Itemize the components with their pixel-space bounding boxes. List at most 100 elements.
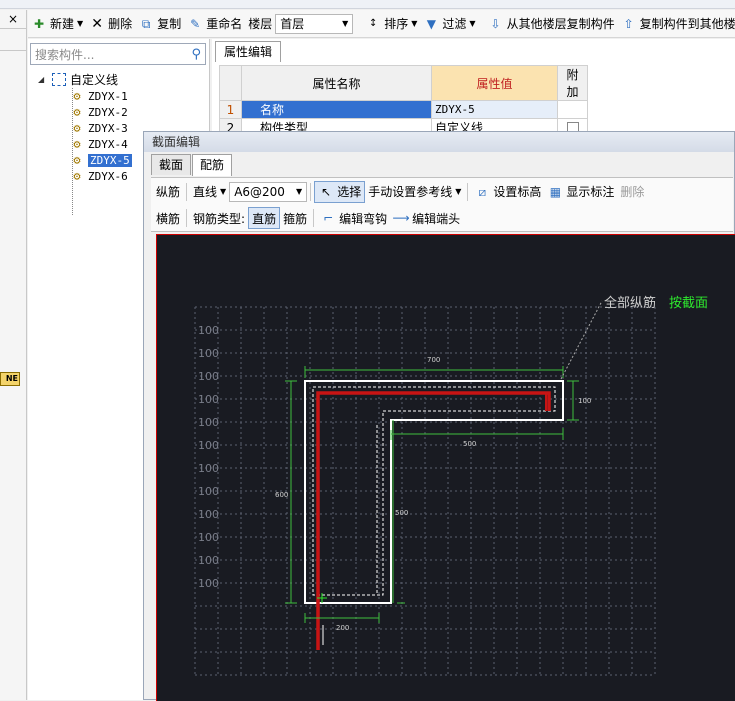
dropdown-arrow-icon: ▼ — [77, 19, 84, 28]
annotation-leader — [560, 300, 603, 380]
tree-item-label: ZDYX-6 — [88, 169, 128, 183]
show-dimension-label: 显示标注 — [566, 185, 615, 199]
dropdown-arrow-icon: ▼ — [342, 19, 349, 28]
dim-bottom: 200 — [336, 624, 349, 632]
grid-scale-label: 100 — [198, 324, 219, 337]
rebar-spec-select[interactable]: A6@200 ▼ — [229, 181, 308, 202]
floor-value: 首层 — [280, 17, 305, 31]
annotation-all-bars: 全部纵筋 — [604, 295, 656, 311]
floor-field: 楼层 首层 ▼ — [245, 13, 356, 35]
set-elevation-button[interactable]: ⧄ 设置标高 — [471, 181, 544, 203]
gear-icon: ⚙ — [73, 137, 81, 151]
collapse-triangle-icon[interactable]: ◢ — [38, 75, 48, 84]
gear-icon: ⚙ — [73, 121, 81, 135]
tab-property-edit[interactable]: 属性编辑 — [215, 41, 281, 62]
copy-from-floor-icon: ⇩ — [490, 16, 501, 31]
main-toolbar: ✚ 新建 ▼ ✕ 删除 ⧉ 复制 ✎ 重命名 楼层 首层 ▼ ↕ 排序 ▼ ▼ 过滤 ▼ ⇩ 从其他楼… — [28, 10, 735, 38]
copy-icon: ⧉ — [141, 16, 151, 31]
dropdown-arrow-icon: ▼ — [411, 19, 418, 28]
section-outline[interactable] — [304, 380, 564, 604]
hoop-bar-button[interactable]: 箍筋 — [280, 207, 310, 229]
manual-reference-button[interactable]: 手动设置参考线 ▼ — [365, 181, 464, 203]
show-dimension-button[interactable]: ▦ 显示标注 — [544, 181, 617, 203]
dim-inner-vertical: 500 — [395, 509, 408, 517]
tree-item-label: ZDYX-2 — [88, 105, 128, 119]
dropdown-arrow-icon: ▼ — [455, 187, 462, 196]
left-collapsed-panel — [0, 10, 27, 700]
filter-button[interactable]: ▼ 过滤 ▼ — [420, 13, 478, 35]
tree-item[interactable]: ⚙ ZDYX-1 — [70, 88, 127, 104]
property-value-cell[interactable]: ZDYX-5 — [431, 100, 558, 119]
toolbar-separator — [467, 182, 469, 201]
set-elevation-label: 设置标高 — [493, 185, 542, 199]
dim-left: 600 — [275, 491, 288, 499]
grid-scale-label: 100 — [198, 577, 219, 590]
copy-button[interactable]: ⧉ 复制 — [135, 13, 184, 35]
ne-badge-icon[interactable]: NE — [0, 372, 20, 386]
copy-to-floor-label: 复制构件到其他楼 — [639, 17, 735, 31]
table-row[interactable]: 1 名称 ZDYX-5 — [219, 100, 588, 119]
grid — [194, 306, 656, 676]
tree-item[interactable]: ⚙ ZDYX-6 — [70, 168, 128, 184]
section-drawing[interactable]: 100 100 100 100 100 100 100 100 100 100 100 100 700… — [157, 235, 735, 701]
new-button[interactable]: ✚ 新建 ▼ — [28, 13, 86, 35]
close-icon[interactable]: × — [4, 12, 22, 26]
dropdown-arrow-icon: ▼ — [469, 19, 476, 28]
tree-root[interactable]: ◢ 自定义线 — [38, 71, 118, 87]
property-grid-header: 属性名称 属性值 附加 — [219, 65, 588, 101]
tab-section[interactable]: 截面 — [151, 154, 192, 175]
floor-label: 楼层 — [248, 17, 273, 31]
dim-inner: 500 — [463, 440, 476, 448]
toolbar-separator — [313, 209, 315, 227]
select-button[interactable]: ↖ 选择 — [314, 180, 366, 203]
tree-item[interactable]: ⚙ ZDYX-4 — [70, 136, 128, 152]
delete-button[interactable]: ✕ 删除 — [86, 13, 135, 35]
search-icon[interactable]: ⚲ — [191, 47, 201, 62]
tree-item[interactable]: ⚙ ZDYX-3 — [70, 120, 127, 136]
property-extra-cell — [557, 100, 588, 119]
line-type-value: 直线 — [193, 185, 218, 199]
rebar-spec-value: A6@200 — [234, 184, 285, 199]
row-number-header — [219, 65, 242, 101]
grid-scale-label: 100 — [198, 508, 219, 521]
gear-icon: ⚙ — [73, 105, 81, 119]
dialog-title: 截面编辑 — [144, 132, 734, 152]
dropdown-arrow-icon: ▼ — [296, 187, 303, 196]
straight-bar-button[interactable]: 直筋 — [248, 207, 281, 229]
column-header-name: 属性名称 — [241, 65, 432, 101]
tree-root-label: 自定义线 — [70, 72, 119, 87]
toolbar-separator — [186, 209, 188, 227]
delete-icon: ✕ — [91, 15, 104, 32]
search-input[interactable]: 搜索构件... ⚲ — [30, 43, 206, 65]
rebar-toolbar: 纵筋 直线 ▼ A6@200 ▼ ↖ 选择 手动设置参考线 ▼ ⧄ 设置标高 ▦ 显示标注 … — [151, 177, 733, 205]
section-canvas[interactable]: 100 100 100 100 100 100 100 100 100 100 100 100 700… — [156, 234, 735, 701]
divider — [0, 28, 27, 29]
sort-button[interactable]: ↕ 排序 ▼ — [362, 13, 420, 35]
line-type-dropdown[interactable]: 直线 ▼ — [190, 181, 229, 203]
grid-labels: 100 100 100 100 100 100 100 100 100 100 100 100 — [198, 324, 219, 590]
copy-to-floor-button[interactable]: ⇧ 复制构件到其他楼 — [618, 13, 735, 35]
hook-icon: ⌐ — [323, 211, 334, 225]
annotation-by-section[interactable]: 按截面 — [669, 296, 708, 311]
tree-item-label: ZDYX-4 — [88, 137, 128, 151]
dimension-labels: 700 100 500 600 500 200 — [275, 356, 591, 632]
property-name-cell[interactable]: 名称 — [241, 100, 432, 119]
filter-label: 过滤 — [442, 17, 467, 31]
search-placeholder: 搜索构件... — [35, 47, 95, 62]
rebar-line[interactable] — [316, 391, 551, 650]
floor-select[interactable]: 首层 ▼ — [275, 13, 354, 34]
copy-from-floor-button[interactable]: ⇩ 从其他楼层复制构件 — [485, 13, 618, 35]
tab-reinforcement[interactable]: 配筋 — [192, 154, 233, 176]
tree-item[interactable]: ⚙ ZDYX-2 — [70, 104, 128, 120]
tree-item[interactable]: ⚙ ZDYX-5 — [70, 152, 132, 168]
property-editor: 属性编辑 属性名称 属性值 附加 1 名称 ZDYX-5 2 构件类型 自定义线 — [212, 39, 735, 139]
edit-end-button[interactable]: ⟶ 编辑端头 — [390, 207, 463, 229]
remove-button[interactable]: 删除 — [617, 181, 647, 203]
copy-to-floor-icon: ⇧ — [623, 16, 634, 31]
filter-icon: ▼ — [426, 16, 437, 31]
edit-hook-button[interactable]: ⌐ 编辑弯钩 — [317, 207, 390, 229]
gear-icon: ⚙ — [73, 153, 81, 167]
dimension-icon: ▦ — [549, 184, 562, 199]
remove-label: 删除 — [620, 185, 645, 199]
rename-button[interactable]: ✎ 重命名 — [184, 13, 245, 35]
